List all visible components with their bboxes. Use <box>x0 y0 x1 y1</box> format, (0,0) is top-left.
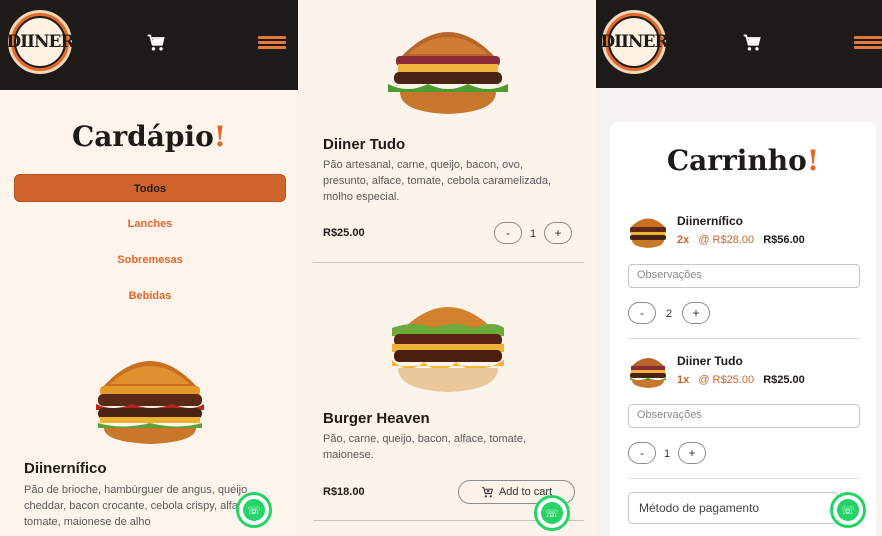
product-image-diinernifico <box>96 361 204 444</box>
cart-item-unit-price: @ R$25.00 <box>698 374 755 386</box>
cart-item-name: Diinernífico <box>677 214 744 228</box>
whatsapp-icon: ☏ <box>541 502 563 524</box>
product-price: R$25.00 <box>323 227 365 239</box>
brand-logo-text: DIINER <box>6 16 75 68</box>
divider <box>628 338 860 339</box>
cart-card: Carrinho! Diinernífico 2x @ R$28.00 R$56… <box>610 122 876 536</box>
decrease-button[interactable]: - <box>494 222 522 244</box>
brand-logo[interactable]: DIINER <box>600 10 669 74</box>
page-title: Cardápio! <box>71 120 227 153</box>
quantity-stepper: -2 + <box>628 302 710 324</box>
header-bar: DIINER <box>596 0 882 88</box>
divider <box>313 262 584 263</box>
hamburger-menu-icon[interactable] <box>258 36 286 50</box>
cart-item-qty: 2x <box>677 234 690 246</box>
cart-icon[interactable] <box>146 33 166 53</box>
whatsapp-icon: ☏ <box>837 499 859 521</box>
quantity-value: 1 <box>663 448 671 460</box>
menu-screen: DIINER Cardápio! Todos Lanches Sobremesa… <box>0 0 298 536</box>
brand-logo[interactable]: DIINER <box>6 10 75 74</box>
hamburger-menu-icon[interactable] <box>854 36 882 50</box>
product-description: Pão artesanal, carne, queijo, bacon, ovo… <box>323 159 552 203</box>
cart-item-total: R$56.00 <box>763 234 805 246</box>
category-lanches[interactable]: Lanches <box>14 210 286 238</box>
cart-screen: DIINER Carrinho! Diinernífico 2x @ R$28.… <box>596 0 882 536</box>
cart-item-unit-price: @ R$28.00 <box>698 234 755 246</box>
whatsapp-icon: ☏ <box>243 499 265 521</box>
brand-logo-text: DIINER <box>600 16 669 68</box>
cart-item-image <box>630 358 666 388</box>
category-sobremesas[interactable]: Sobremesas <box>14 246 286 274</box>
cart-item-name: Diiner Tudo <box>677 354 743 368</box>
add-cart-icon <box>481 486 493 497</box>
cart-title: Carrinho! <box>666 144 820 177</box>
increase-button[interactable]: + <box>678 442 706 464</box>
increase-button[interactable]: + <box>544 222 572 244</box>
quantity-stepper: -1 + <box>628 442 706 464</box>
cart-icon[interactable] <box>742 33 762 53</box>
cart-item-pricing: 1x @ R$25.00 R$25.00 <box>677 374 805 386</box>
increase-button[interactable]: + <box>682 302 710 324</box>
product-price: R$18.00 <box>323 486 365 498</box>
cart-item-qty: 1x <box>677 374 690 386</box>
notes-field[interactable]: Observações <box>628 264 860 288</box>
product-name: Diinernífico <box>24 460 107 477</box>
product-image-diiner-tudo <box>388 32 508 114</box>
quantity-value: 2 <box>665 308 673 320</box>
cart-item-image <box>630 218 666 248</box>
cart-item-total: R$25.00 <box>763 374 805 386</box>
notes-field[interactable]: Observações <box>628 404 860 428</box>
whatsapp-button[interactable]: ☏ <box>236 492 272 528</box>
category-bebidas[interactable]: Bebidas <box>14 282 286 310</box>
product-name: Diiner Tudo <box>323 136 406 153</box>
divider <box>628 478 860 479</box>
whatsapp-button[interactable]: ☏ <box>534 495 570 531</box>
header-bar: DIINER <box>0 0 298 90</box>
product-name: Burger Heaven <box>323 410 430 427</box>
decrease-button[interactable]: - <box>628 302 656 324</box>
payment-method-select[interactable]: Método de pagamento <box>628 492 838 524</box>
quantity-value: 1 <box>529 228 537 240</box>
quantity-stepper: -1 + <box>494 222 572 244</box>
product-list-screen: Diiner Tudo Pão artesanal, carne, queijo… <box>298 0 596 536</box>
whatsapp-button[interactable]: ☏ <box>830 492 866 528</box>
product-image-burger-heaven <box>392 307 504 392</box>
category-todos[interactable]: Todos <box>14 174 286 202</box>
product-description: Pão, carne, queijo, bacon, alface, tomat… <box>323 433 527 461</box>
cart-item-pricing: 2x @ R$28.00 R$56.00 <box>677 234 805 246</box>
decrease-button[interactable]: - <box>628 442 656 464</box>
